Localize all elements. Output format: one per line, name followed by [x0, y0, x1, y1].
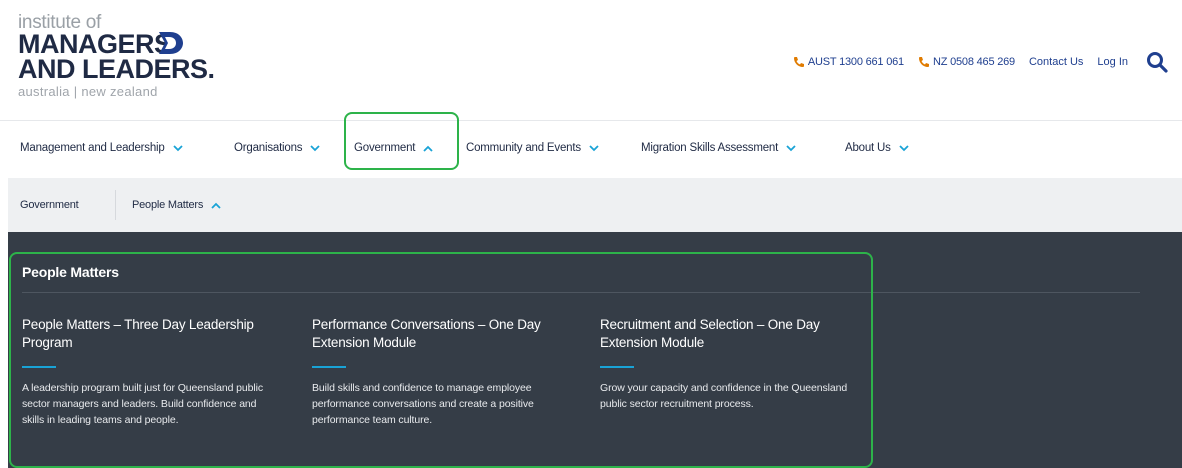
- logo-mark-icon: [159, 32, 183, 54]
- site-header: institute of MANAGERS AND LEADERS. austr…: [0, 0, 1182, 120]
- chevron-down-icon: [786, 144, 796, 151]
- subnav-item-government[interactable]: Government: [20, 178, 79, 232]
- chevron-down-icon: [310, 144, 320, 151]
- phone-icon: [918, 57, 929, 67]
- subnav-divider: [115, 190, 116, 220]
- subnav-item-people-matters[interactable]: People Matters: [132, 178, 221, 232]
- chevron-up-icon: [211, 202, 221, 209]
- phone-nz-text: NZ 0508 465 269: [932, 56, 1015, 68]
- nav-item-management-and-leadership[interactable]: Management and Leadership: [20, 121, 183, 175]
- phone-nz-link[interactable]: NZ 0508 465 269: [918, 56, 1015, 68]
- utility-bar: AUST 1300 661 061 NZ 0508 465 269 Contac…: [793, 50, 1168, 74]
- logo-line-2: MANAGERS: [18, 29, 172, 59]
- contact-us-link[interactable]: Contact Us: [1029, 56, 1083, 68]
- government-highlight-outline: [344, 112, 459, 170]
- nav-item-label: Management and Leadership: [20, 142, 165, 154]
- nav-item-label: About Us: [845, 142, 891, 154]
- phone-au-link[interactable]: AUST 1300 661 061: [793, 56, 904, 68]
- nav-item-community-and-events[interactable]: Community and Events: [466, 121, 599, 175]
- nav-item-label: Community and Events: [466, 142, 581, 154]
- logo-line-3: AND LEADERS.: [18, 54, 215, 84]
- panel-highlight-outline: [9, 252, 873, 468]
- nav-item-organisations[interactable]: Organisations: [234, 121, 320, 175]
- chevron-down-icon: [172, 144, 183, 151]
- nav-item-migration-skills-assessment[interactable]: Migration Skills Assessment: [641, 121, 796, 175]
- logo-line-4: australia | new zealand: [18, 84, 158, 99]
- nav-item-about-us[interactable]: About Us: [845, 121, 909, 175]
- logo[interactable]: institute of MANAGERS AND LEADERS. austr…: [18, 13, 218, 114]
- subnav-item-label: Government: [20, 199, 79, 211]
- chevron-down-icon: [589, 144, 599, 151]
- sub-nav: Government People Matters: [8, 178, 1182, 232]
- phone-icon: [793, 57, 804, 67]
- main-nav: Management and Leadership Organisations …: [0, 120, 1182, 174]
- log-in-link[interactable]: Log In: [1097, 56, 1128, 68]
- phone-au-text: AUST 1300 661 061: [807, 56, 904, 68]
- nav-item-label: Migration Skills Assessment: [641, 142, 779, 154]
- search-icon[interactable]: [1146, 51, 1168, 73]
- subnav-item-label: People Matters: [132, 199, 204, 211]
- nav-item-label: Organisations: [234, 142, 303, 154]
- chevron-down-icon: [899, 144, 909, 151]
